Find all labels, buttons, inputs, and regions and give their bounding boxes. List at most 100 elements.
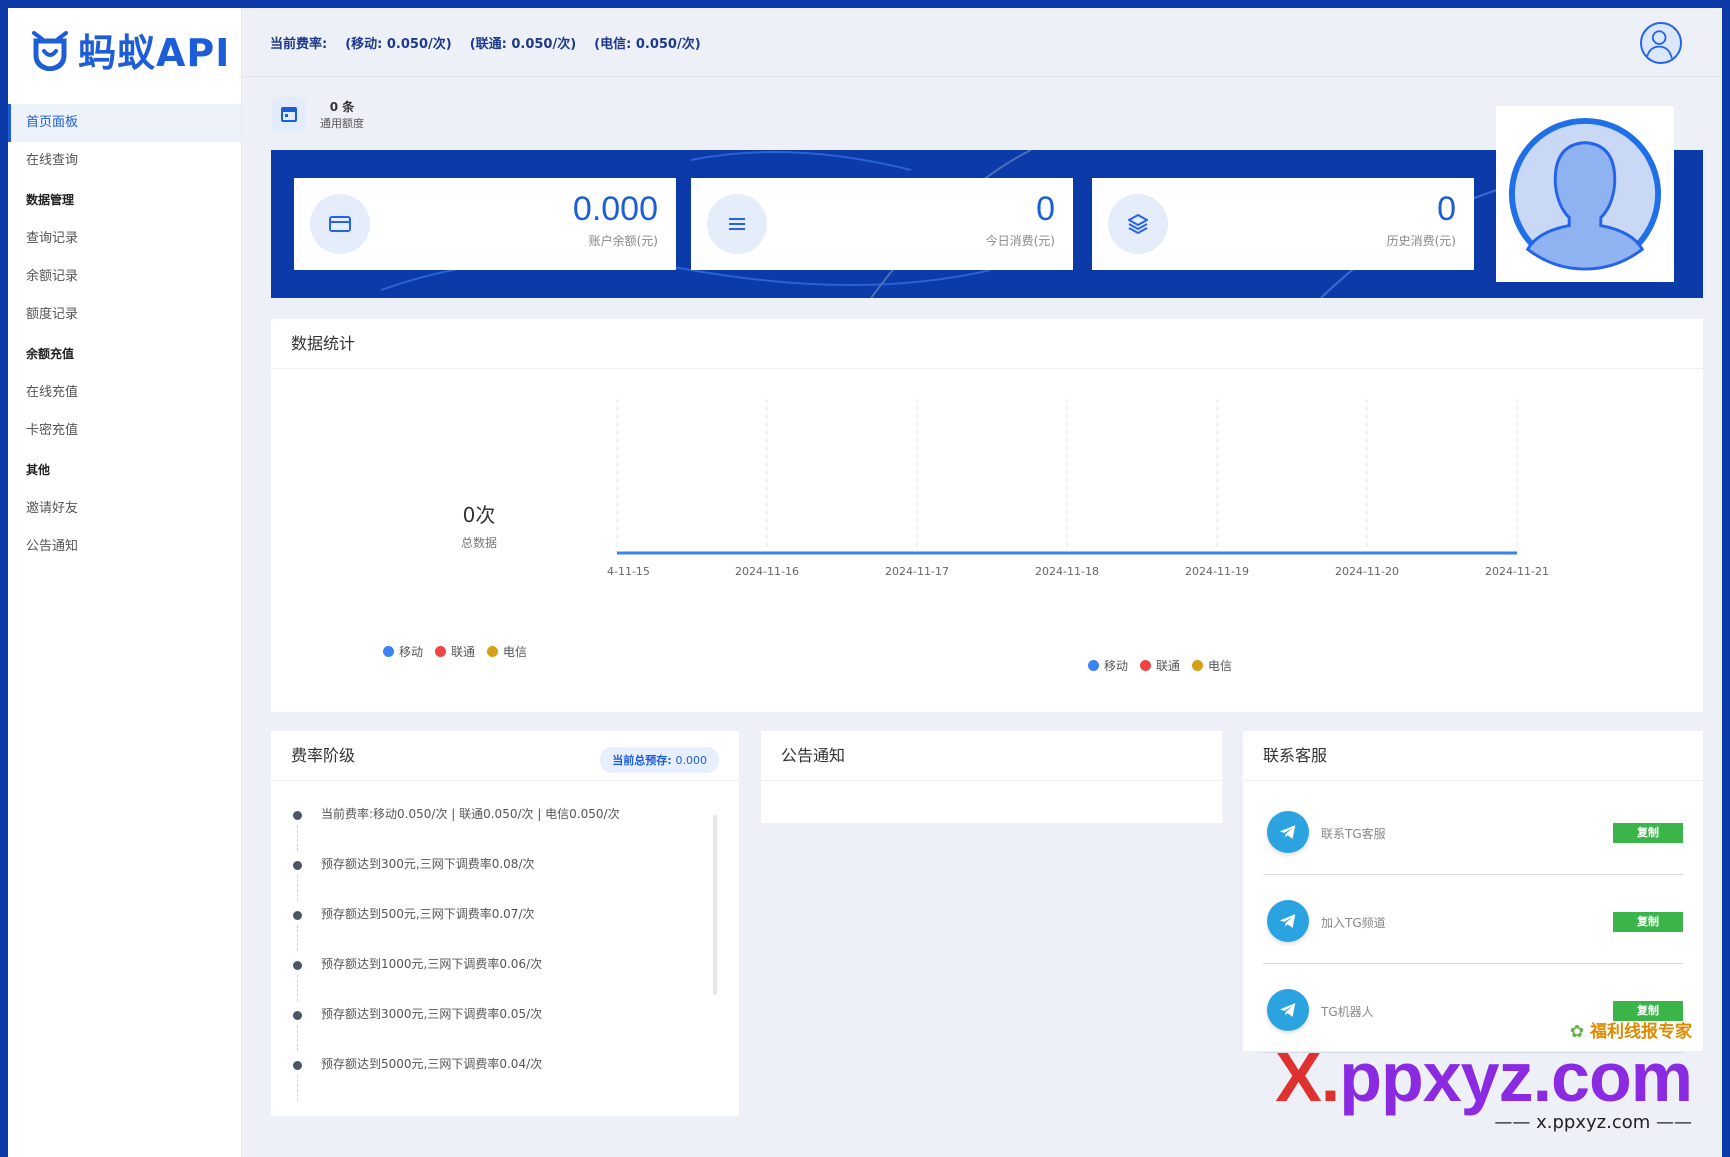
timeline-dot	[293, 861, 302, 870]
notice-title: 公告通知	[761, 731, 1222, 781]
rate-tier-panel: 费率阶级 当前总预存: 0.000 当前费率:移动0.050/次 | 联通0.0…	[271, 731, 739, 1116]
contact-support-panel: 联系客服 联系TG客服 复制 加入TG频道 复制 TG机器人 复制	[1243, 731, 1703, 1053]
ant-logo-icon	[32, 31, 68, 71]
rate-tier-text: 预存额达到5000元,三网下调费率0.04/次	[321, 1057, 543, 1071]
app-frame: 蚂蚁API 首页面板 在线查询数据管理查询记录 余额记录 额度记录余额充值在线充值 卡密…	[8, 8, 1722, 1157]
quota-label: 通用额度	[320, 116, 364, 130]
sidebar-item[interactable]: 查询记录	[8, 220, 241, 258]
nav-group-label: 数据管理	[26, 193, 75, 207]
sidebar-item[interactable]: 公告通知	[8, 528, 241, 566]
balance-label: 账户余额(元)	[588, 234, 658, 248]
logo-text: 蚂蚁API	[78, 30, 231, 75]
quota-count: 0 条	[329, 99, 355, 114]
rate-label: 当前费率:	[270, 36, 328, 52]
x-tick-label: 2024-11-17	[885, 565, 949, 578]
legend-dot	[1088, 660, 1099, 671]
rate-tier-text: 预存额达到1000元,三网下调费率0.06/次	[321, 957, 543, 971]
rate-tier-item: 预存额达到5000元,三网下调费率0.04/次	[293, 1057, 703, 1107]
layers-icon	[1108, 194, 1168, 254]
total-prepaid-badge: 当前总预存: 0.000	[600, 747, 719, 773]
contact-label: 联系TG客服	[1321, 827, 1386, 841]
watermark-brand-x: X.	[1275, 1038, 1340, 1116]
profile-avatar-card[interactable]	[1496, 106, 1674, 282]
today-spend-value: 0	[1036, 190, 1055, 228]
user-avatar-button[interactable]	[1640, 22, 1682, 64]
timeline-dot	[293, 911, 302, 920]
sidebar-item[interactable]: 邀请好友	[8, 490, 241, 528]
timeline-dot	[293, 811, 302, 820]
sidebar-item[interactable]: 在线查询	[8, 142, 241, 180]
history-spend-label: 历史消费(元)	[1386, 234, 1456, 248]
timeline-connector	[297, 1025, 298, 1051]
card-icon	[310, 194, 370, 254]
line-chart: 4-11-15 2024-11-16 2024-11-17 2024-11-18 202…	[607, 399, 1549, 578]
nav-group-label: 余额充值	[26, 347, 75, 361]
sidebar-item[interactable]: 余额记录	[8, 258, 241, 296]
top-header: 当前费率: (移动: 0.050/次) (联通: 0.050/次) (电信: 0…	[242, 8, 1722, 77]
line-chart-legend: 移动 联通 电信	[1088, 657, 1232, 674]
rate-tier-text: 当前费率:移动0.050/次 | 联通0.050/次 | 电信0.050/次	[321, 807, 620, 821]
rate-tier-item: 预存额达到1000元,三网下调费率0.06/次	[293, 957, 703, 1007]
stat-card-history: 0 历史消费(元)	[1092, 178, 1474, 270]
sidebar-item[interactable]: 额度记录	[8, 296, 241, 334]
timeline-connector	[297, 825, 298, 851]
x-tick-label: 2024-11-19	[1185, 565, 1249, 578]
stats-banner: 0.000 账户余额(元) 0 今日消费(元) 0 历史消费(元)	[271, 150, 1703, 298]
telegram-icon[interactable]	[1267, 811, 1309, 853]
contact-label: 加入TG频道	[1321, 916, 1386, 930]
legend-label: 联通	[1156, 659, 1181, 673]
x-tick-label: 2024-11-18	[1035, 565, 1099, 578]
timeline-connector	[297, 875, 298, 901]
rate-telecom: (电信: 0.050/次)	[594, 36, 701, 52]
x-tick-label: 2024-11-20	[1335, 565, 1399, 578]
sidebar-item[interactable]: 卡密充值	[8, 412, 241, 450]
sidebar-item[interactable]: 在线充值	[8, 374, 241, 412]
rate-tier-item: 当前费率:移动0.050/次 | 联通0.050/次 | 电信0.050/次	[293, 807, 703, 857]
x-tick-label: 4-11-15	[607, 565, 650, 578]
notification-dot	[1672, 24, 1680, 32]
today-spend-label: 今日消费(元)	[985, 234, 1055, 248]
x-tick-label: 2024-11-16	[735, 565, 799, 578]
legend-item[interactable]: 联通	[1140, 657, 1180, 674]
list-icon	[707, 194, 767, 254]
rate-tier-item: 预存额达到300元,三网下调费率0.08/次	[293, 857, 703, 907]
timeline-connector	[297, 1075, 298, 1101]
calendar-icon	[272, 97, 306, 131]
total-prepaid-value: 0.000	[675, 754, 708, 767]
legend-label: 移动	[1104, 659, 1129, 673]
rate-mobile: (移动: 0.050/次)	[345, 36, 452, 52]
legend-item[interactable]: 移动	[1088, 657, 1128, 674]
sidebar-nav: 首页面板 在线查询数据管理查询记录 余额记录 额度记录余额充值在线充值 卡密充值其他邀请…	[8, 104, 241, 566]
nav-group-label: 其他	[26, 463, 51, 477]
copy-button[interactable]: 复制	[1613, 912, 1683, 932]
rate-tier-text: 预存额达到500元,三网下调费率0.07/次	[321, 907, 535, 921]
legend-item[interactable]: 电信	[1192, 657, 1232, 674]
rate-tier-text: 预存额达到300元,三网下调费率0.08/次	[321, 857, 535, 871]
notice-panel: 公告通知	[761, 731, 1222, 823]
logo[interactable]: 蚂蚁API	[8, 8, 241, 90]
profile-avatar-icon	[1508, 117, 1662, 271]
sidebar: 蚂蚁API 首页面板 在线查询数据管理查询记录 余额记录 额度记录余额充值在线充值 卡密…	[8, 8, 242, 1157]
contact-title: 联系客服	[1243, 731, 1703, 781]
contact-item: 联系TG客服 复制	[1263, 787, 1683, 875]
sidebar-item[interactable]: 首页面板	[8, 104, 241, 142]
stat-card-balance: 0.000 账户余额(元)	[294, 178, 676, 270]
watermark-brand-rest: ppxyz.com	[1339, 1038, 1693, 1116]
rate-tier-item: 预存额达到500元,三网下调费率0.07/次	[293, 907, 703, 957]
rate-tier-timeline: 当前费率:移动0.050/次 | 联通0.050/次 | 电信0.050/次 预存…	[293, 807, 703, 1107]
copy-button[interactable]: 复制	[1613, 823, 1683, 843]
rate-unicom: (联通: 0.050/次)	[469, 36, 577, 52]
stat-card-today: 0 今日消费(元)	[691, 178, 1073, 270]
timeline-dot	[293, 1061, 302, 1070]
rate-tier-text: 预存额达到3000元,三网下调费率0.05/次	[321, 1007, 543, 1021]
timeline-dot	[293, 961, 302, 970]
watermark-brand: X.ppxyz.com	[1275, 1042, 1693, 1112]
quota-summary: 0 条 通用额度	[272, 97, 364, 131]
legend-dot	[1140, 660, 1152, 671]
watermark: ✿ 福利线报专家 X.ppxyz.com —— x.ppxyz.com ——	[1275, 1017, 1693, 1133]
timeline-scrollbar[interactable]	[713, 815, 717, 995]
legend-dot	[1192, 660, 1204, 671]
telegram-icon[interactable]	[1267, 900, 1309, 942]
x-tick-label: 2024-11-21	[1485, 565, 1549, 578]
history-spend-value: 0	[1437, 190, 1456, 228]
